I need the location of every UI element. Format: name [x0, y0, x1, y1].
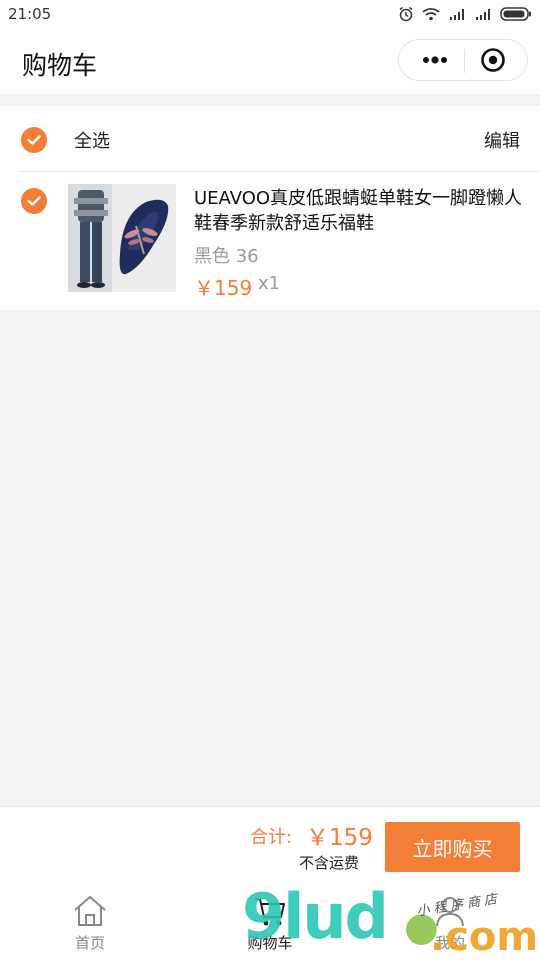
nav-bar: 购物车	[0, 28, 540, 94]
capsule-divider	[464, 49, 465, 73]
check-icon	[27, 135, 41, 145]
tab-label: 首页	[74, 934, 105, 952]
edit-button[interactable]: 编辑	[484, 127, 520, 153]
cart-icon	[255, 898, 285, 926]
target-circle-icon[interactable]	[471, 44, 515, 76]
more-dots-icon[interactable]	[413, 44, 457, 76]
product-spec: 黑色 36	[194, 246, 259, 267]
status-icons	[398, 5, 532, 23]
select-all-row: 全选 编辑	[0, 106, 540, 172]
user-icon	[436, 897, 464, 927]
signal-icon	[474, 7, 492, 21]
cart-panel: 全选 编辑 UEAVOO真皮低跟蜻蜓单鞋女一脚蹬懒人鞋春季新款舒适乐福鞋 黑色 …	[0, 106, 540, 310]
battery-icon	[500, 7, 532, 21]
mini-program-capsule	[398, 39, 528, 81]
checkout-bar: 合计: ￥159 不含运费 立即购买	[0, 806, 540, 882]
home-icon	[74, 896, 106, 926]
product-image[interactable]	[68, 184, 176, 292]
total-label: 合计:	[250, 827, 293, 848]
status-time: 21:05	[8, 5, 52, 23]
check-icon	[27, 196, 41, 206]
status-bar: 21:05	[0, 0, 540, 28]
product-price: ￥159	[194, 276, 253, 300]
item-checkbox[interactable]	[21, 188, 47, 214]
tab-label: 我的	[434, 934, 465, 952]
wifi-icon	[422, 7, 440, 21]
signal-icon	[448, 7, 466, 21]
product-name[interactable]: UEAVOO真皮低跟蜻蜓单鞋女一脚蹬懒人鞋春季新款舒适乐福鞋	[194, 186, 524, 236]
page-title: 购物车	[22, 51, 98, 80]
tab-home[interactable]: 首页	[0, 882, 180, 960]
select-all-label: 全选	[74, 131, 110, 152]
tab-bar: 首页 购物车 我的	[0, 882, 540, 960]
tab-label: 购物车	[247, 934, 293, 952]
select-all-checkbox[interactable]	[21, 127, 47, 153]
total-value: ￥159	[306, 825, 373, 851]
buy-now-button[interactable]: 立即购买	[385, 822, 520, 872]
tab-profile[interactable]: 我的	[360, 882, 540, 960]
tab-cart[interactable]: 购物车	[180, 882, 360, 960]
alarm-icon	[398, 6, 414, 22]
shipping-note: 不含运费	[299, 854, 360, 872]
product-quantity: x1	[258, 273, 281, 294]
